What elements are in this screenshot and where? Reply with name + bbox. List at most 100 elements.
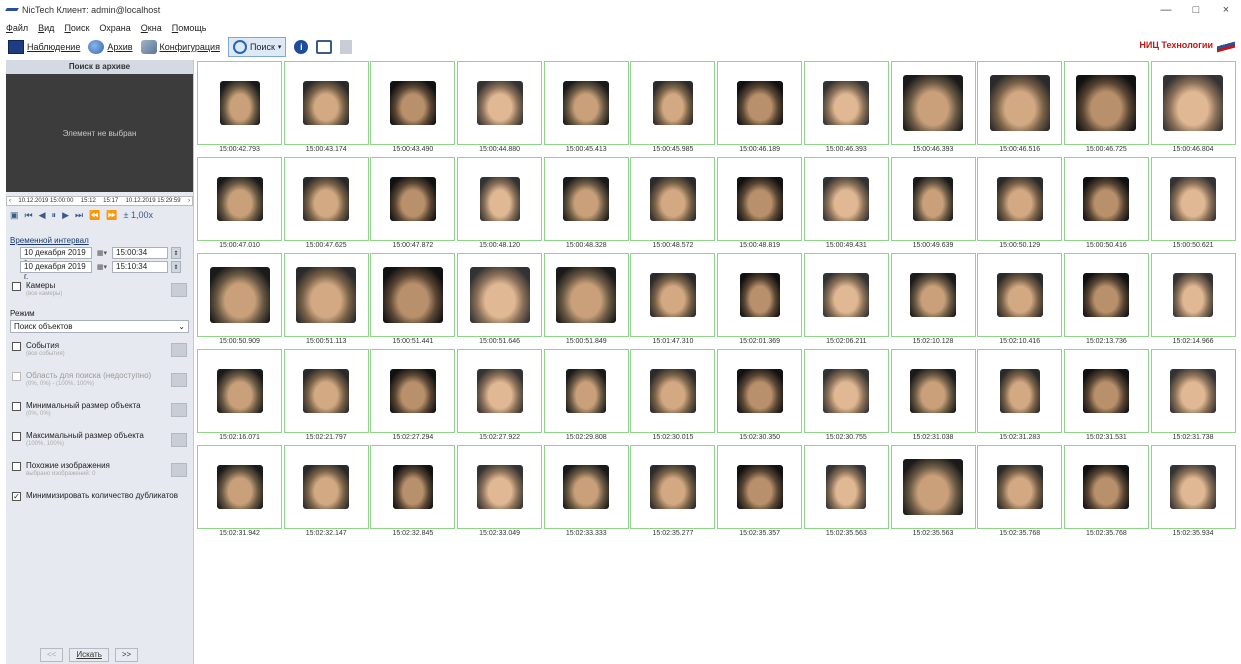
result-thumbnail[interactable] — [543, 445, 629, 529]
step-back-icon[interactable]: ◀ — [39, 210, 46, 221]
result-tile[interactable]: 15:00:44.880 — [457, 61, 543, 157]
result-tile[interactable]: 15:02:30.350 — [717, 349, 803, 445]
result-thumbnail[interactable] — [717, 445, 803, 529]
result-tile[interactable]: 15:02:10.128 — [890, 253, 976, 349]
result-thumbnail[interactable] — [543, 157, 629, 241]
result-thumbnail[interactable] — [1150, 157, 1236, 241]
archive-button[interactable]: Архив — [88, 37, 133, 57]
result-tile[interactable]: 15:00:51.441 — [370, 253, 456, 349]
result-tile[interactable]: 15:00:42.793 — [197, 61, 282, 157]
result-thumbnail[interactable] — [890, 445, 976, 529]
result-tile[interactable]: 15:00:46.393 — [803, 61, 889, 157]
result-tile[interactable]: 15:02:33.049 — [457, 445, 543, 541]
result-thumbnail[interactable] — [1063, 61, 1149, 145]
result-thumbnail[interactable] — [630, 253, 716, 337]
result-thumbnail[interactable] — [283, 349, 369, 433]
timeline-next-icon[interactable]: › — [188, 198, 190, 204]
result-thumbnail[interactable] — [803, 445, 889, 529]
result-tile[interactable]: 15:02:13.736 — [1063, 253, 1149, 349]
result-thumbnail[interactable] — [543, 61, 629, 145]
timeline-prev-icon[interactable]: ‹ — [9, 198, 11, 204]
play-icon[interactable]: ▶ — [62, 210, 69, 221]
result-thumbnail[interactable] — [197, 253, 282, 337]
result-thumbnail[interactable] — [1063, 253, 1149, 337]
menu-view[interactable]: Вид — [38, 23, 54, 33]
result-tile[interactable]: 15:00:50.621 — [1150, 157, 1236, 253]
result-thumbnail[interactable] — [457, 253, 543, 337]
result-tile[interactable]: 15:02:30.755 — [803, 349, 889, 445]
min-size-checkbox[interactable] — [12, 402, 21, 411]
result-tile[interactable]: 15:00:43.174 — [283, 61, 369, 157]
result-thumbnail[interactable] — [1063, 349, 1149, 433]
menu-search[interactable]: Поиск — [64, 23, 89, 33]
result-tile[interactable]: 15:02:35.357 — [717, 445, 803, 541]
result-thumbnail[interactable] — [977, 253, 1063, 337]
result-thumbnail[interactable] — [283, 157, 369, 241]
menu-windows[interactable]: Окна — [141, 23, 162, 33]
result-tile[interactable]: 15:02:35.563 — [803, 445, 889, 541]
result-tile[interactable]: 15:00:48.819 — [717, 157, 803, 253]
result-thumbnail[interactable] — [890, 253, 976, 337]
skip-end-icon[interactable]: ⏭ — [75, 210, 83, 221]
result-thumbnail[interactable] — [717, 349, 803, 433]
result-thumbnail[interactable] — [1150, 349, 1236, 433]
result-thumbnail[interactable] — [803, 253, 889, 337]
result-tile[interactable]: 15:02:32.845 — [370, 445, 456, 541]
events-checkbox[interactable] — [12, 342, 21, 351]
result-tile[interactable]: 15:00:51.646 — [457, 253, 543, 349]
result-tile[interactable]: 15:02:35.768 — [977, 445, 1063, 541]
result-thumbnail[interactable] — [803, 61, 889, 145]
result-tile[interactable]: 15:02:14.966 — [1150, 253, 1236, 349]
result-thumbnail[interactable] — [370, 349, 456, 433]
timeline[interactable]: ‹ 10.12.2019 15:00:00 15:12 15:17 10.12.… — [6, 196, 193, 206]
result-thumbnail[interactable] — [370, 61, 456, 145]
prev-page-button[interactable]: << — [40, 648, 64, 662]
menu-file[interactable]: Файл — [6, 23, 28, 33]
result-thumbnail[interactable] — [890, 349, 976, 433]
minimize-button[interactable]: — — [1151, 0, 1181, 20]
result-thumbnail[interactable] — [543, 253, 629, 337]
result-tile[interactable]: 15:00:46.516 — [977, 61, 1063, 157]
result-thumbnail[interactable] — [890, 61, 976, 145]
result-thumbnail[interactable] — [630, 349, 716, 433]
result-thumbnail[interactable] — [717, 157, 803, 241]
similar-images-button[interactable] — [171, 463, 187, 477]
result-tile[interactable]: 15:00:47.625 — [283, 157, 369, 253]
result-tile[interactable]: 15:00:46.804 — [1150, 61, 1236, 157]
result-thumbnail[interactable] — [1063, 445, 1149, 529]
cameras-checkbox[interactable] — [12, 282, 21, 291]
result-tile[interactable]: 15:00:45.413 — [543, 61, 629, 157]
result-thumbnail[interactable] — [1150, 445, 1236, 529]
result-tile[interactable]: 15:02:27.922 — [457, 349, 543, 445]
result-tile[interactable]: 15:02:10.416 — [977, 253, 1063, 349]
result-thumbnail[interactable] — [283, 253, 369, 337]
result-thumbnail[interactable] — [197, 61, 282, 145]
result-tile[interactable]: 15:00:50.416 — [1063, 157, 1149, 253]
result-tile[interactable]: 15:00:51.113 — [283, 253, 369, 349]
result-tile[interactable]: 15:02:31.738 — [1150, 349, 1236, 445]
result-thumbnail[interactable] — [630, 445, 716, 529]
next-page-button[interactable]: >> — [114, 648, 139, 662]
max-size-checkbox[interactable] — [12, 432, 21, 441]
time-from-field[interactable]: 15:00:34 — [112, 247, 168, 259]
result-thumbnail[interactable] — [457, 349, 543, 433]
result-tile[interactable]: 15:02:06.211 — [803, 253, 889, 349]
result-thumbnail[interactable] — [630, 157, 716, 241]
result-tile[interactable]: 15:00:51.849 — [543, 253, 629, 349]
result-tile[interactable]: 15:00:45.985 — [630, 61, 716, 157]
result-tile[interactable]: 15:02:30.015 — [630, 349, 716, 445]
result-tile[interactable]: 15:02:29.808 — [543, 349, 629, 445]
result-tile[interactable]: 15:02:16.071 — [197, 349, 282, 445]
monitoring-button[interactable]: Наблюдение — [8, 37, 80, 57]
time-to-spinner[interactable]: ⇕ — [171, 261, 181, 273]
result-thumbnail[interactable] — [803, 349, 889, 433]
close-button[interactable]: × — [1211, 0, 1241, 20]
result-tile[interactable]: 15:02:35.563 — [890, 445, 976, 541]
date-to-field[interactable]: 10 декабря 2019 г. — [20, 261, 92, 281]
result-thumbnail[interactable] — [977, 445, 1063, 529]
calendar-icon[interactable]: ▦▾ — [95, 261, 109, 273]
result-tile[interactable]: 15:00:46.393 — [890, 61, 976, 157]
snapshot-icon[interactable]: ▣ — [10, 210, 19, 221]
dedup-checkbox[interactable]: ✓ — [12, 492, 21, 501]
search-button[interactable]: Искать — [69, 648, 109, 662]
